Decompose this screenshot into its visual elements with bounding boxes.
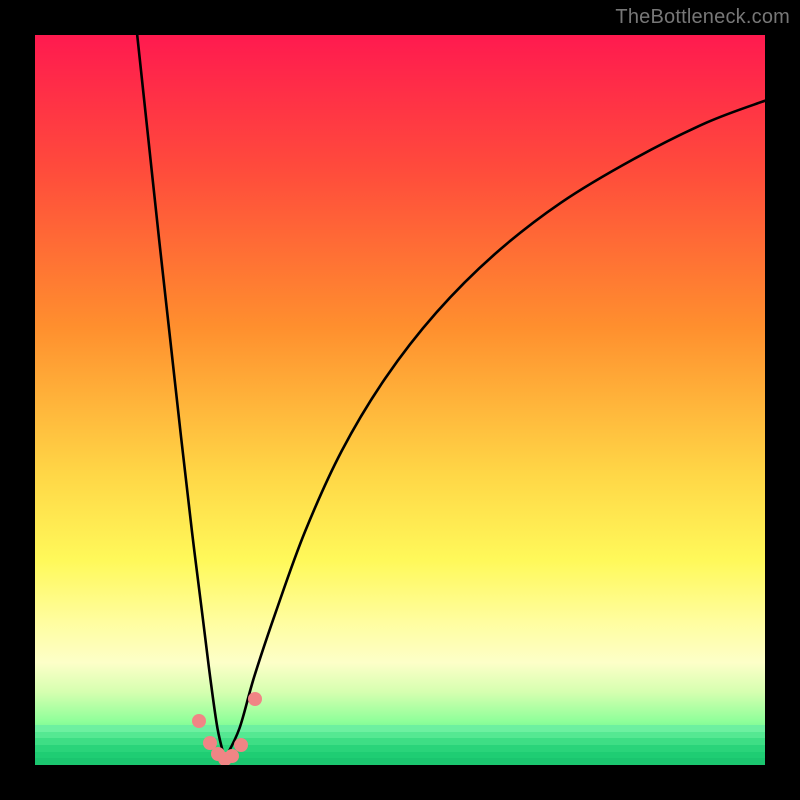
minimum-bead <box>234 738 248 752</box>
plot-area <box>35 35 765 765</box>
watermark-text: TheBottleneck.com <box>615 6 790 29</box>
chart-frame: TheBottleneck.com <box>0 0 800 800</box>
minimum-bead <box>248 692 262 706</box>
minimum-bead <box>192 714 206 728</box>
curve-layer <box>35 35 765 765</box>
curve-left-branch <box>137 35 225 759</box>
curve-right-branch <box>225 101 765 759</box>
